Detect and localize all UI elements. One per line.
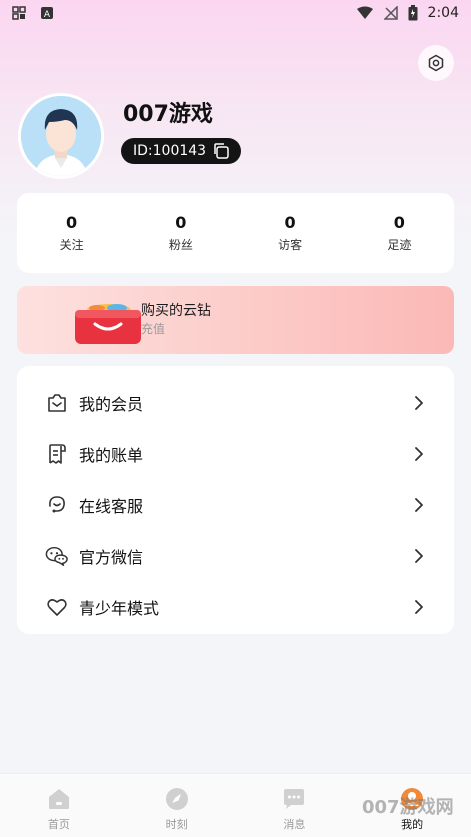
stat-label: 关注 bbox=[59, 238, 84, 252]
menu-item-membership[interactable]: 我的会员 bbox=[17, 377, 454, 428]
chevron-right-icon bbox=[415, 599, 423, 614]
default-avatar-icon bbox=[21, 96, 101, 176]
heart-icon bbox=[47, 598, 67, 616]
shopping-box-icon bbox=[75, 304, 141, 344]
menu-label: 青少年模式 bbox=[79, 598, 160, 618]
stat-label: 足迹 bbox=[387, 238, 412, 252]
promo-subtitle: 充值 bbox=[141, 322, 166, 336]
watermark: 007游戏网 bbox=[362, 797, 454, 818]
menu-label: 在线客服 bbox=[79, 496, 144, 516]
menu-item-wechat[interactable]: 官方微信 bbox=[17, 530, 454, 581]
chevron-right-icon bbox=[415, 446, 423, 461]
tab-label: 消息 bbox=[283, 818, 306, 831]
stat-footprints[interactable]: 0 足迹 bbox=[345, 193, 454, 273]
menu-label: 我的会员 bbox=[79, 394, 144, 414]
tab-messages[interactable]: 消息 bbox=[236, 774, 354, 837]
compass-icon bbox=[165, 788, 188, 810]
settings-icon bbox=[428, 54, 444, 72]
home-icon bbox=[48, 789, 69, 809]
menu-label: 我的账单 bbox=[79, 445, 144, 465]
no-signal-icon bbox=[383, 6, 398, 20]
stats-card: 0 关注 0 粉丝 0 访客 0 足迹 bbox=[17, 193, 454, 273]
chevron-right-icon bbox=[415, 395, 423, 410]
chevron-right-icon bbox=[415, 548, 423, 563]
customer-service-icon bbox=[49, 495, 65, 512]
apps-icon bbox=[12, 6, 26, 20]
recharge-banner[interactable]: 购买的云钻 充值 bbox=[17, 286, 454, 354]
chat-icon bbox=[284, 789, 305, 809]
stat-label: 粉丝 bbox=[168, 238, 193, 252]
menu-item-youth-mode[interactable]: 青少年模式 bbox=[17, 581, 454, 632]
bill-icon bbox=[49, 443, 66, 464]
membership-icon bbox=[48, 393, 66, 412]
username: 007游戏 bbox=[123, 102, 213, 127]
stat-following[interactable]: 0 关注 bbox=[17, 193, 126, 273]
font-icon: A bbox=[41, 7, 53, 20]
status-time: 2:04 bbox=[427, 5, 459, 21]
user-id-text: ID:100143 bbox=[133, 143, 207, 159]
promo-title: 购买的云钻 bbox=[141, 303, 211, 319]
stat-value: 0 bbox=[393, 213, 405, 232]
wechat-icon bbox=[45, 546, 68, 566]
avatar[interactable] bbox=[18, 93, 104, 179]
stat-value: 0 bbox=[175, 213, 187, 232]
svg-text:A: A bbox=[44, 10, 51, 20]
stat-visitors[interactable]: 0 访客 bbox=[236, 193, 345, 273]
menu-item-customer-service[interactable]: 在线客服 bbox=[17, 479, 454, 530]
menu-label: 官方微信 bbox=[79, 547, 144, 567]
tab-moments[interactable]: 时刻 bbox=[118, 774, 236, 837]
tab-home[interactable]: 首页 bbox=[0, 774, 118, 837]
wifi-icon bbox=[356, 6, 373, 19]
battery-icon bbox=[408, 5, 418, 21]
status-bar: A 2:04 bbox=[0, 0, 471, 26]
stat-followers[interactable]: 0 粉丝 bbox=[126, 193, 235, 273]
user-id-pill[interactable]: ID:100143 bbox=[121, 138, 241, 164]
tab-label: 时刻 bbox=[165, 818, 188, 831]
stat-value: 0 bbox=[284, 213, 296, 232]
chevron-right-icon bbox=[415, 497, 423, 512]
tab-label: 首页 bbox=[47, 818, 70, 831]
copy-icon[interactable] bbox=[212, 142, 230, 160]
stat-value: 0 bbox=[66, 213, 78, 232]
stat-label: 访客 bbox=[278, 238, 303, 252]
settings-button[interactable] bbox=[418, 45, 454, 81]
menu-item-bill[interactable]: 我的账单 bbox=[17, 428, 454, 479]
menu-card: 我的会员 我的账单 在线客服 官方微信 青少年模式 bbox=[17, 366, 454, 634]
